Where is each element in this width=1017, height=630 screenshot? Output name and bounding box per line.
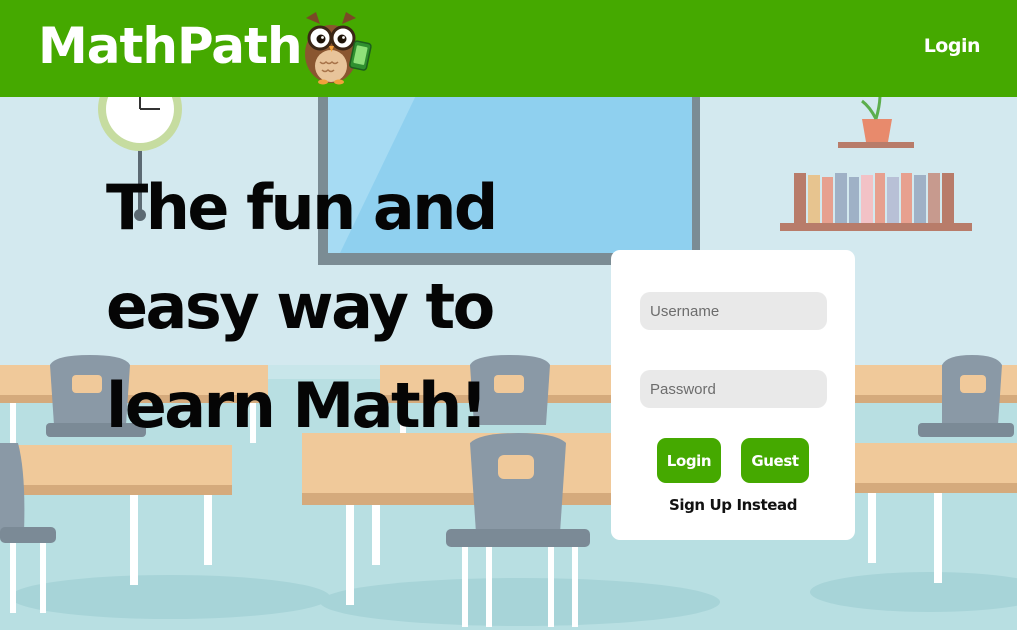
login-card: Login Guest Sign Up Instead <box>611 250 855 540</box>
hero-headline: The fun and easy way to learn Math! <box>106 158 526 455</box>
hero-line-2: easy way to <box>106 270 495 343</box>
hero-line-3: learn Math! <box>106 369 488 442</box>
nav-login-link[interactable]: Login <box>924 35 981 57</box>
sign-up-link[interactable]: Sign Up Instead <box>611 496 855 514</box>
hero-line-1: The fun and <box>106 171 498 244</box>
guest-button[interactable]: Guest <box>741 438 809 483</box>
login-button[interactable]: Login <box>657 438 721 483</box>
username-input[interactable] <box>640 292 827 330</box>
brand-name[interactable]: MathPath <box>38 14 303 78</box>
top-navbar: MathPath Login <box>0 0 1017 97</box>
owl-mascot-icon <box>305 12 372 85</box>
password-input[interactable] <box>640 370 827 408</box>
